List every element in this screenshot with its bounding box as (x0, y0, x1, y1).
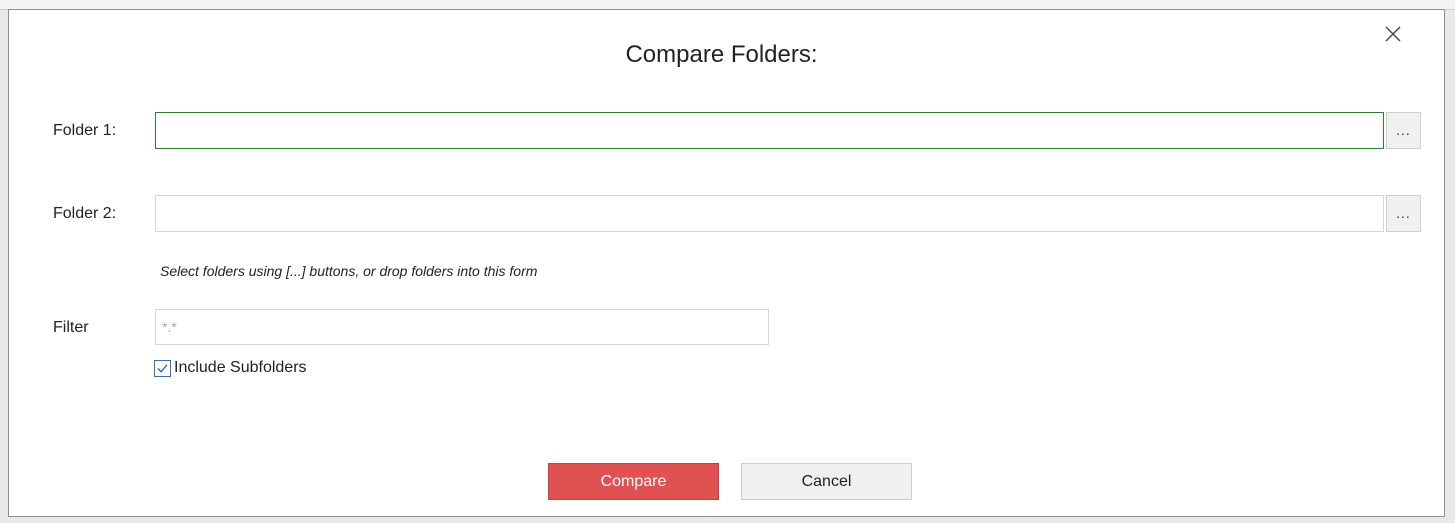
dialog-title: Compare Folders: (625, 41, 818, 68)
drop-hint-text: Select folders using [...] buttons, or d… (160, 263, 538, 279)
folder2-input[interactable] (155, 195, 1384, 232)
filter-input[interactable] (155, 309, 769, 345)
compare-folders-dialog: Compare Folders: Folder 1: ... Folder 2:… (8, 9, 1445, 517)
folder1-input[interactable] (155, 112, 1384, 149)
close-button[interactable] (1379, 20, 1407, 48)
filter-label: Filter (53, 319, 89, 336)
folder1-browse-button[interactable]: ... (1386, 112, 1421, 149)
include-subfolders-checkbox[interactable] (154, 359, 171, 377)
checkmark-icon (157, 363, 168, 373)
close-icon (1385, 26, 1401, 42)
folder2-label: Folder 2: (53, 205, 117, 222)
folder1-label: Folder 1: (53, 122, 117, 139)
folder2-browse-button[interactable]: ... (1386, 195, 1421, 232)
include-subfolders-label: Include Subfolders (174, 359, 307, 376)
cancel-button[interactable]: Cancel (741, 463, 912, 500)
include-subfolders-checkbox-row[interactable]: Include Subfolders (154, 359, 307, 377)
compare-button[interactable]: Compare (548, 463, 719, 500)
